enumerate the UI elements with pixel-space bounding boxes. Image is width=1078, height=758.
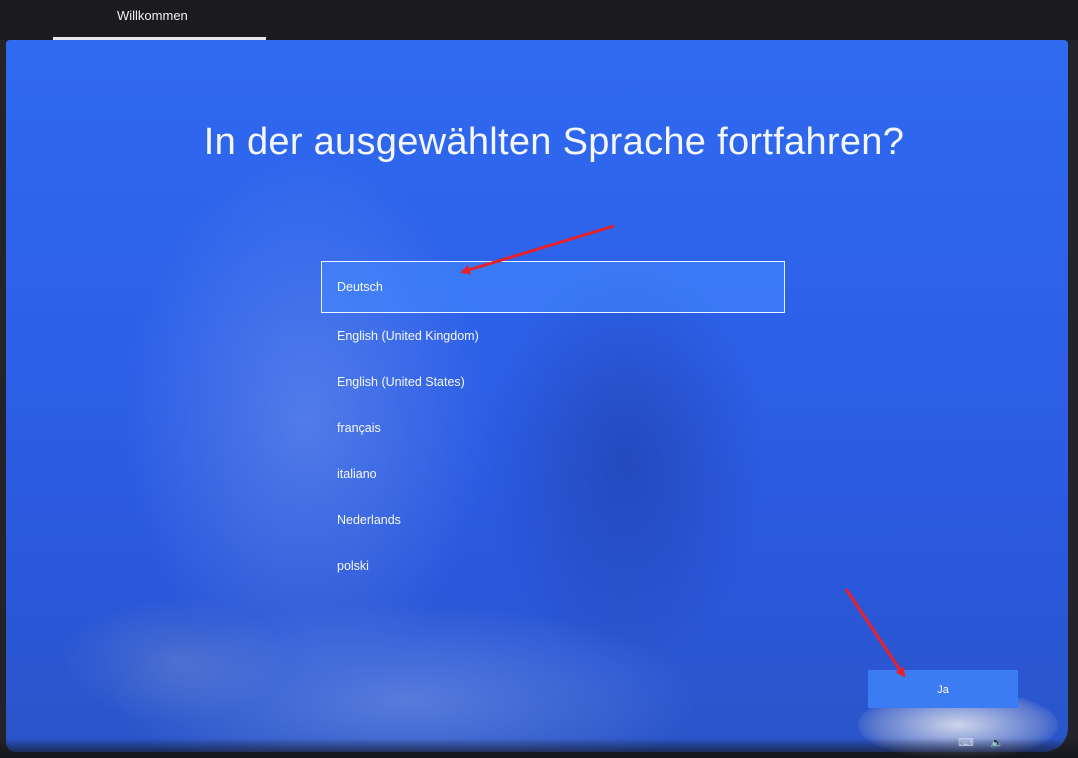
tab-welcome-label: Willkommen: [117, 8, 188, 23]
yes-button[interactable]: Ja: [868, 670, 1018, 708]
list-item-nederlands[interactable]: Nederlands: [321, 497, 785, 543]
top-bar: Willkommen: [0, 0, 1078, 40]
photo-stage: Willkommen In der ausgewählten Sprache f…: [0, 0, 1078, 758]
list-item-english-us[interactable]: English (United States): [321, 359, 785, 405]
page-title: In der ausgewählten Sprache fortfahren?: [203, 121, 905, 163]
list-item-francais[interactable]: français: [321, 405, 785, 451]
list-item-polski[interactable]: polski: [321, 543, 785, 589]
list-item-italiano[interactable]: italiano: [321, 451, 785, 497]
tab-welcome: Willkommen: [53, 0, 266, 40]
keyboard-icon[interactable]: ⌨: [958, 736, 974, 749]
tab-underline: [53, 37, 266, 40]
list-item-english-uk[interactable]: English (United Kingdom): [321, 313, 785, 359]
list-item-deutsch[interactable]: Deutsch: [321, 261, 785, 313]
volume-icon[interactable]: 🔈: [990, 736, 1004, 749]
screen-bottom-edge: [0, 738, 1078, 758]
language-list[interactable]: Deutsch English (United Kingdom) English…: [321, 261, 785, 589]
